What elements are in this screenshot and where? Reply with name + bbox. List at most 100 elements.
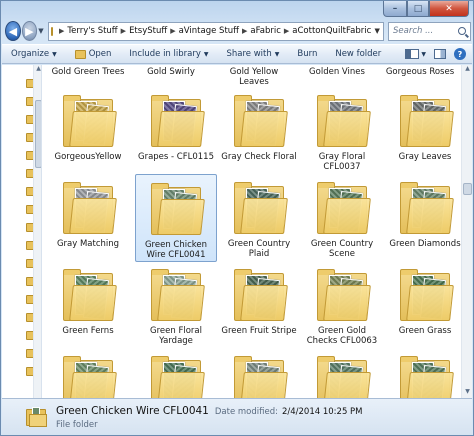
share-with-button[interactable]: Share with ▼: [218, 49, 289, 59]
folder-label: Gray Leaves: [385, 152, 465, 162]
folder-label: GorgeousYellow: [48, 152, 128, 162]
folder-item[interactable]: Green Floral Yardage: [135, 261, 217, 349]
folder-label-line: Scene: [329, 249, 355, 259]
explorer-window: – □ ✕ ◀ ▶ ▼ ▶ Terry's Stuff ▶ EtsyStuff …: [0, 0, 474, 436]
chevron-down-icon: ▼: [274, 50, 280, 58]
folder-label[interactable]: Gold Green Trees: [46, 67, 130, 77]
folder-icon: [230, 267, 288, 323]
folder-label[interactable]: Gold Yellow Leaves: [212, 67, 296, 87]
folder-icon: [230, 93, 288, 149]
breadcrumb-afabric[interactable]: aFabric: [250, 26, 280, 36]
folder-item[interactable]: [47, 348, 129, 398]
scroll-up-icon[interactable]: ▲: [462, 65, 472, 75]
folder-label: Green Chicken Wire CFL0041: [136, 240, 216, 260]
include-label: Include in library: [129, 49, 201, 59]
folder-label-line: Green Grass: [398, 326, 452, 336]
folder-label-line: Leaves: [239, 77, 269, 87]
maximize-button[interactable]: □: [407, 1, 429, 17]
folder-icon: [147, 181, 205, 237]
folder-item[interactable]: [218, 348, 300, 398]
folder-icon: [147, 93, 205, 149]
breadcrumb-separator[interactable]: ▶: [170, 27, 175, 35]
folder-label-line: Green Ferns: [62, 326, 114, 336]
forward-button[interactable]: ▶: [21, 21, 38, 41]
close-button[interactable]: ✕: [429, 1, 469, 17]
folder-icon: [396, 180, 454, 236]
include-in-library-button[interactable]: Include in library ▼: [120, 49, 217, 59]
folder-label-line: Gorgeous Roses: [385, 67, 455, 77]
folder-item[interactable]: Green Ferns: [47, 261, 129, 349]
breadcrumb-acottonquiltfabric[interactable]: aCottonQuiltFabric: [292, 26, 371, 36]
folder-item[interactable]: Gray Floral CFL0037: [301, 87, 383, 175]
folder-label[interactable]: Gold Swirly: [129, 67, 213, 77]
navigation-scrollbar[interactable]: ▲: [33, 65, 41, 398]
forward-arrow-icon: ▶: [25, 24, 34, 38]
scroll-up-icon[interactable]: ▲: [34, 65, 41, 74]
address-dropdown-icon[interactable]: ▼: [371, 27, 383, 35]
burn-button[interactable]: Burn: [288, 49, 326, 59]
folder-icon: [230, 354, 288, 398]
date-modified-value: 2/4/2014 10:25 PM: [281, 406, 363, 417]
folder-label-line: Checks CFL0063: [306, 336, 378, 346]
breadcrumb-separator[interactable]: ▶: [242, 27, 247, 35]
back-button[interactable]: ◀: [5, 21, 21, 41]
search-icon: [458, 27, 466, 35]
search-placeholder: Search ...: [392, 26, 434, 36]
folder-label-line: Green Chicken: [144, 240, 208, 250]
folder-item[interactable]: [135, 348, 217, 398]
folder-label: Green Country Plaid: [219, 239, 299, 259]
address-bar[interactable]: ▶ Terry's Stuff ▶ EtsyStuff ▶ aVintage S…: [47, 21, 384, 41]
address-bar-controls: ▼ ⟳: [371, 23, 384, 40]
folder-icon: [230, 180, 288, 236]
folder-label[interactable]: Golden Vines: [295, 67, 379, 77]
breadcrumb-separator[interactable]: ▶: [59, 27, 64, 35]
folder-label-line: Gold Swirly: [147, 67, 195, 77]
share-label: Share with: [226, 49, 272, 59]
breadcrumb-avintage-stuff[interactable]: aVintage Stuff: [179, 26, 239, 36]
organize-button[interactable]: Organize ▼: [2, 49, 66, 59]
breadcrumb-terrys-stuff[interactable]: Terry's Stuff: [67, 26, 117, 36]
scroll-thumb[interactable]: [35, 100, 41, 168]
folder-item[interactable]: Green Grass: [384, 261, 466, 349]
recent-pages-dropdown[interactable]: ▼: [38, 27, 45, 35]
partial-top-row: Gold Green Trees Gold Swirly Gold Yellow Le…: [42, 65, 461, 89]
minimize-icon: –: [392, 3, 398, 14]
open-folder-icon: [74, 49, 86, 59]
new-folder-label: New folder: [335, 49, 382, 59]
folder-label-line: Green Floral: [150, 326, 202, 336]
folder-item[interactable]: [301, 348, 383, 398]
folder-item[interactable]: Gray Leaves: [384, 87, 466, 175]
folder-item[interactable]: Green Gold Checks CFL0063: [301, 261, 383, 349]
date-modified-label: Date modified:: [214, 406, 278, 417]
folder-item[interactable]: Green Fruit Stripe: [218, 261, 300, 349]
folder-label: Gray Check Floral: [219, 152, 299, 162]
folder-label-line: Gray Floral: [318, 152, 366, 162]
chevron-down-icon[interactable]: ▼: [421, 51, 426, 58]
command-bar: Organize ▼ Open Include in library ▼ Share…: [2, 44, 472, 64]
new-folder-button[interactable]: New folder: [326, 49, 390, 59]
folder-item[interactable]: Green Country Plaid: [218, 174, 300, 262]
minimize-button[interactable]: –: [383, 1, 407, 17]
help-icon[interactable]: ?: [454, 48, 466, 60]
open-button[interactable]: Open: [66, 49, 121, 59]
folder-label-line: GorgeousYellow: [54, 152, 122, 162]
breadcrumb-separator[interactable]: ▶: [284, 27, 289, 35]
folder-item[interactable]: Green Chicken Wire CFL0041: [135, 174, 217, 262]
breadcrumb-etsystuff[interactable]: EtsyStuff: [129, 26, 167, 36]
folder-item[interactable]: Grapes - CFL0115: [135, 87, 217, 175]
folder-item[interactable]: Green Diamonds: [384, 174, 466, 262]
folder-item[interactable]: Gray Check Floral: [218, 87, 300, 175]
folder-label[interactable]: Gorgeous Roses: [378, 67, 462, 77]
refresh-icon[interactable]: ⟳: [383, 23, 384, 40]
close-icon: ✕: [445, 3, 453, 14]
folder-label-line: Gold Yellow: [229, 67, 279, 77]
folder-item[interactable]: Green Country Scene: [301, 174, 383, 262]
breadcrumb-separator[interactable]: ▶: [121, 27, 126, 35]
preview-pane-icon[interactable]: [434, 49, 446, 59]
folder-item[interactable]: GorgeousYellow: [47, 87, 129, 175]
folder-item[interactable]: Gray Matching: [47, 174, 129, 262]
views-icon[interactable]: [405, 49, 420, 59]
folder-item[interactable]: [384, 348, 466, 398]
folder-label-line: Gray Matching: [56, 239, 120, 249]
search-input[interactable]: Search ...: [387, 21, 471, 41]
